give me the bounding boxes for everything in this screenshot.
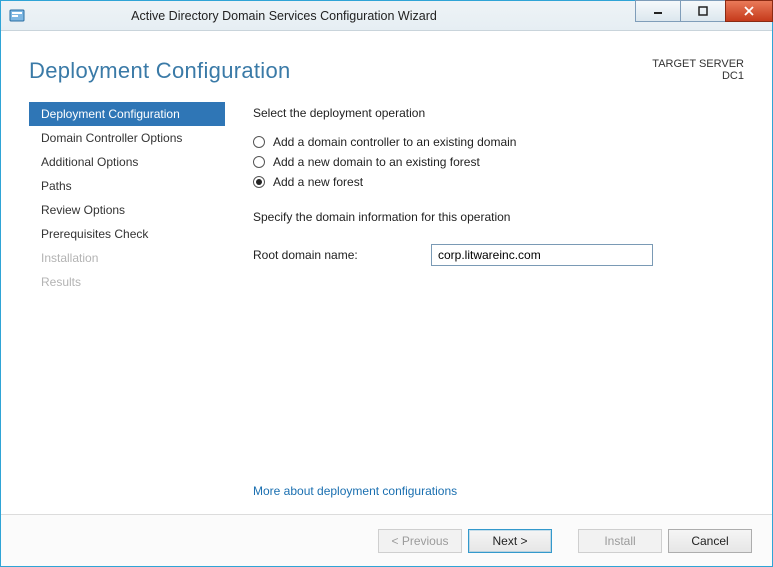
- radio-label: Add a new domain to an existing forest: [273, 155, 480, 169]
- close-button[interactable]: [725, 0, 773, 22]
- title-bar: Active Directory Domain Services Configu…: [1, 1, 772, 31]
- maximize-button[interactable]: [680, 0, 726, 22]
- body-row: Deployment ConfigurationDomain Controlle…: [1, 102, 772, 514]
- nav-step-2[interactable]: Additional Options: [29, 150, 225, 174]
- help-link[interactable]: More about deployment configurations: [253, 484, 744, 498]
- deployment-operation-label: Select the deployment operation: [253, 106, 744, 120]
- cancel-button[interactable]: Cancel: [668, 529, 752, 553]
- radio-icon[interactable]: [253, 136, 265, 148]
- footer: < Previous Next > Install Cancel: [1, 514, 772, 566]
- nav-step-4[interactable]: Review Options: [29, 198, 225, 222]
- radio-option-1[interactable]: Add a new domain to an existing forest: [253, 152, 744, 171]
- radio-icon[interactable]: [253, 176, 265, 188]
- content-area: Deployment Configuration TARGET SERVER D…: [1, 31, 772, 566]
- next-button[interactable]: Next >: [468, 529, 552, 553]
- wizard-window: Active Directory Domain Services Configu…: [0, 0, 773, 567]
- radio-option-0[interactable]: Add a domain controller to an existing d…: [253, 132, 744, 151]
- nav-step-5[interactable]: Prerequisites Check: [29, 222, 225, 246]
- domain-info-label: Specify the domain information for this …: [253, 210, 744, 224]
- install-button[interactable]: Install: [578, 529, 662, 553]
- nav-step-7: Results: [29, 270, 225, 294]
- window-controls: [635, 1, 772, 30]
- root-domain-input[interactable]: [431, 244, 653, 266]
- target-server-block: TARGET SERVER DC1: [652, 58, 744, 82]
- nav-step-6: Installation: [29, 246, 225, 270]
- window-title: Active Directory Domain Services Configu…: [0, 9, 635, 23]
- radio-option-2[interactable]: Add a new forest: [253, 172, 744, 191]
- target-server-value: DC1: [652, 70, 744, 82]
- radio-label: Add a domain controller to an existing d…: [273, 135, 516, 149]
- minimize-button[interactable]: [635, 0, 681, 22]
- app-icon: [9, 8, 25, 24]
- nav-step-3[interactable]: Paths: [29, 174, 225, 198]
- previous-button[interactable]: < Previous: [378, 529, 462, 553]
- page-title: Deployment Configuration: [29, 58, 291, 84]
- nav-step-1[interactable]: Domain Controller Options: [29, 126, 225, 150]
- step-nav: Deployment ConfigurationDomain Controlle…: [29, 102, 225, 514]
- header-row: Deployment Configuration TARGET SERVER D…: [1, 32, 772, 102]
- deployment-operation-radios: Add a domain controller to an existing d…: [253, 132, 744, 192]
- root-domain-label: Root domain name:: [253, 248, 431, 262]
- root-domain-row: Root domain name:: [253, 244, 744, 266]
- main-pane: Select the deployment operation Add a do…: [225, 102, 744, 514]
- radio-label: Add a new forest: [273, 175, 363, 189]
- radio-icon[interactable]: [253, 156, 265, 168]
- target-server-label: TARGET SERVER: [652, 58, 744, 70]
- nav-step-0[interactable]: Deployment Configuration: [29, 102, 225, 126]
